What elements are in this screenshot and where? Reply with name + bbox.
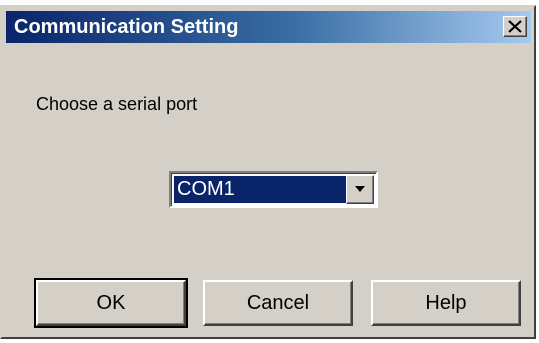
window-title: Communication Setting — [14, 16, 239, 38]
ok-button[interactable]: OK — [34, 278, 188, 328]
serial-port-label: Choose a serial port — [36, 94, 198, 114]
help-button[interactable]: Help — [371, 280, 521, 326]
close-button[interactable] — [503, 16, 527, 37]
close-icon — [508, 20, 522, 33]
serial-port-select[interactable]: COM1 — [169, 171, 378, 208]
title-bar[interactable]: Communication Setting — [6, 11, 531, 43]
serial-port-selected-value[interactable]: COM1 — [173, 175, 347, 204]
serial-port-dropdown-button[interactable] — [346, 175, 374, 204]
communication-setting-dialog: Communication Setting Choose a serial po… — [0, 5, 536, 339]
chevron-down-icon — [355, 186, 365, 192]
cancel-button[interactable]: Cancel — [203, 280, 353, 326]
